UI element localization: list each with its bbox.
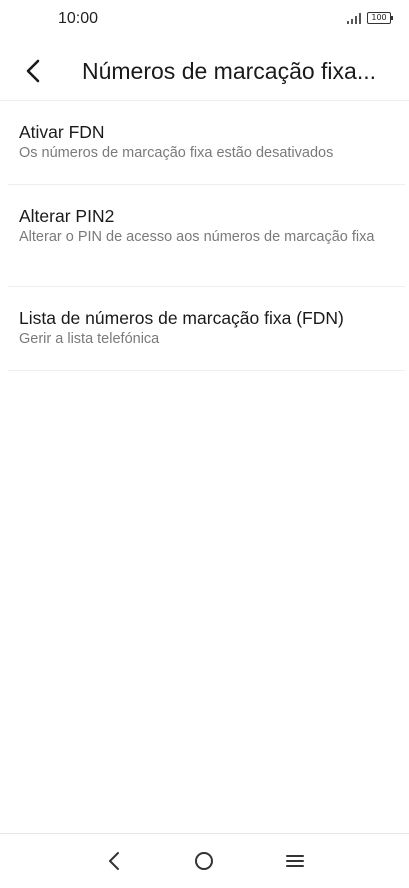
page-title: Números de marcação fixa... <box>82 58 377 84</box>
settings-item-fdn-list[interactable]: Lista de números de marcação fixa (FDN) … <box>0 287 409 370</box>
nav-back-button[interactable] <box>101 848 127 874</box>
item-title: Lista de números de marcação fixa (FDN) <box>19 308 344 328</box>
battery-level: 100 <box>371 13 387 22</box>
status-icons: 100 <box>347 12 393 24</box>
settings-item-change-pin2[interactable]: Alterar PIN2 Alterar o PIN de acesso aos… <box>0 185 409 286</box>
back-arrow-icon <box>26 59 40 83</box>
nav-menu-icon <box>286 855 304 867</box>
nav-back-icon <box>109 852 119 870</box>
item-subtitle: Gerir a lista telefónica <box>19 331 160 347</box>
status-bar: 10:00 100 <box>0 0 409 40</box>
status-time: 10:00 <box>58 10 99 27</box>
item-subtitle: Os números de marcação fixa estão desati… <box>19 145 334 161</box>
navigation-bar <box>0 833 409 888</box>
settings-item-enable-fdn[interactable]: Ativar FDN Os números de marcação fixa e… <box>0 101 409 184</box>
back-button[interactable] <box>16 54 50 88</box>
item-title: Ativar FDN <box>19 122 105 142</box>
signal-icon <box>347 12 361 24</box>
item-subtitle: Alterar o PIN de acesso aos números de m… <box>19 229 375 245</box>
nav-menu-button[interactable] <box>282 848 308 874</box>
nav-home-icon <box>195 852 213 870</box>
settings-list: Ativar FDN Os números de marcação fixa e… <box>0 101 409 371</box>
nav-home-button[interactable] <box>191 848 217 874</box>
app-bar: Números de marcação fixa... <box>0 46 409 96</box>
item-title: Alterar PIN2 <box>19 206 115 226</box>
battery-icon: 100 <box>367 12 393 24</box>
item-divider <box>8 370 405 371</box>
